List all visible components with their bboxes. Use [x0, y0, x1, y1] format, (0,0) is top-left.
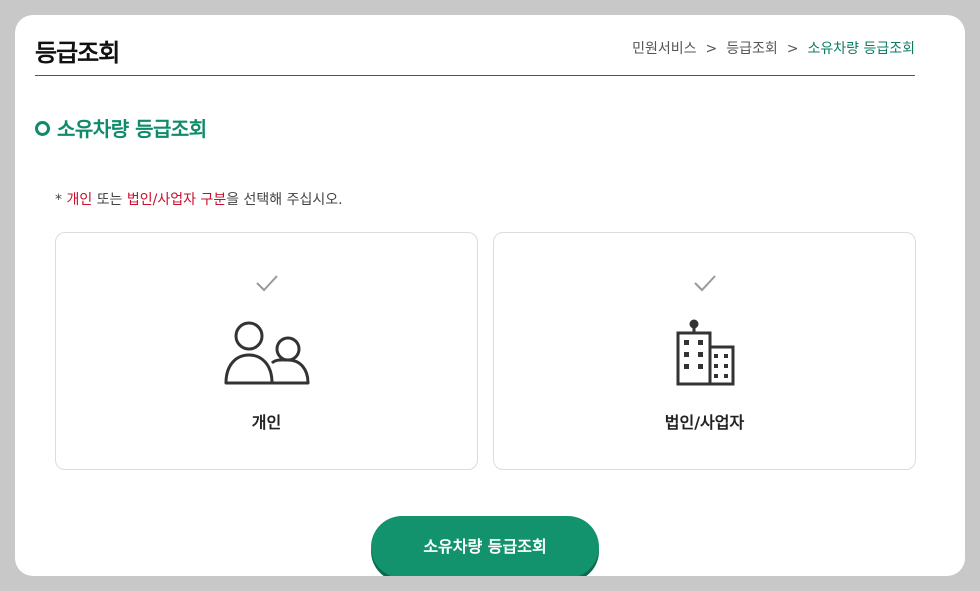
section-title: 소유차량 등급조회 [35, 113, 207, 142]
people-icon [224, 321, 309, 385]
notice-corporate: 법인/사업자 구분 [126, 192, 227, 208]
notice-suffix: 을 선택해 주십시오. [226, 192, 343, 208]
option-label: 개인 [251, 413, 282, 432]
breadcrumb: 민원서비스 > 등급조회 > 소유차량 등급조회 [632, 38, 915, 58]
breadcrumb-item-current: 소유차량 등급조회 [807, 41, 916, 57]
page-header: 등급조회 민원서비스 > 등급조회 > 소유차량 등급조회 [35, 33, 915, 76]
checkmark-icon [255, 275, 278, 292]
building-icon [676, 319, 734, 386]
notice-individual: 개인 [66, 192, 93, 208]
checkmark-icon [693, 275, 716, 292]
circle-bullet-icon [35, 121, 50, 136]
breadcrumb-separator: > [705, 41, 718, 57]
page-title: 등급조회 [35, 39, 120, 67]
section-title-text: 소유차량 등급조회 [57, 117, 207, 141]
breadcrumb-item-grade-lookup[interactable]: 등급조회 [726, 41, 778, 57]
notice-mid: 또는 [92, 192, 127, 208]
content-panel: 등급조회 민원서비스 > 등급조회 > 소유차량 등급조회 소유차량 등급조회 * 개인… [15, 15, 965, 576]
option-card-corporate[interactable]: 법인/사업자 [493, 232, 916, 470]
option-card-individual[interactable]: 개인 [55, 232, 478, 470]
breadcrumb-item-civil-service[interactable]: 민원서비스 [632, 41, 696, 57]
grade-lookup-button[interactable]: 소유차량 등급조회 [371, 516, 599, 576]
option-label: 법인/사업자 [664, 413, 745, 432]
selection-notice: * 개인 또는 법인/사업자 구분을 선택해 주십시오. [55, 189, 343, 209]
notice-prefix: * [55, 192, 67, 208]
breadcrumb-separator: > [786, 41, 799, 57]
